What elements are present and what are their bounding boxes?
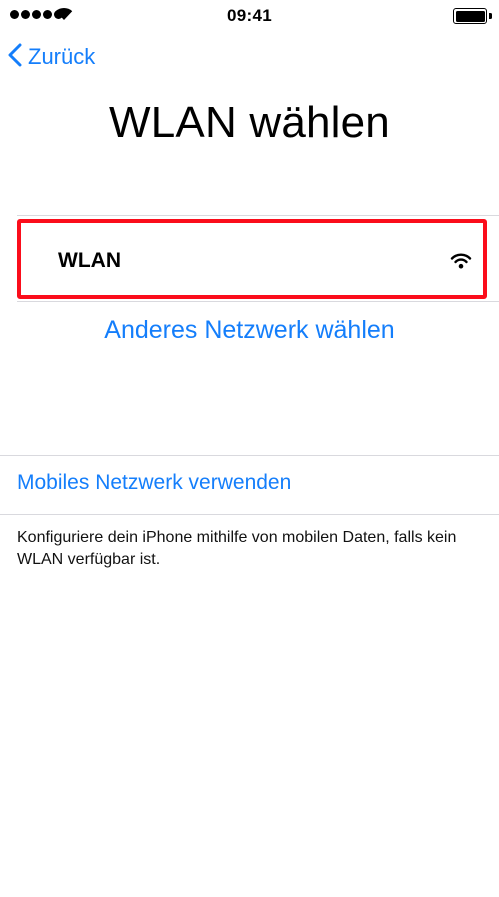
separator	[0, 455, 499, 456]
chevron-left-icon	[8, 43, 22, 72]
network-row-wlan[interactable]: WLAN	[17, 219, 487, 299]
wlan-setup-screen: 09:41 Zurück WLAN wählen WLAN Anderes Ne…	[0, 0, 499, 897]
status-time: 09:41	[227, 6, 272, 25]
use-mobile-network-button[interactable]: Mobiles Netzwerk verwenden	[17, 471, 291, 495]
network-name: WLAN	[58, 249, 121, 272]
other-network-link[interactable]: Anderes Netzwerk wählen	[0, 316, 499, 345]
separator	[0, 514, 499, 515]
footer-hint-text: Konfiguriere dein iPhone mithilfe von mo…	[17, 529, 457, 568]
separator	[17, 301, 499, 302]
battery-full-icon	[453, 8, 492, 24]
back-button-label: Zurück	[28, 44, 96, 69]
separator	[17, 215, 499, 216]
status-bar: 09:41	[0, 0, 499, 32]
back-button[interactable]: Zurück	[8, 42, 95, 72]
wifi-icon	[450, 252, 472, 274]
page-title: WLAN wählen	[109, 98, 390, 147]
